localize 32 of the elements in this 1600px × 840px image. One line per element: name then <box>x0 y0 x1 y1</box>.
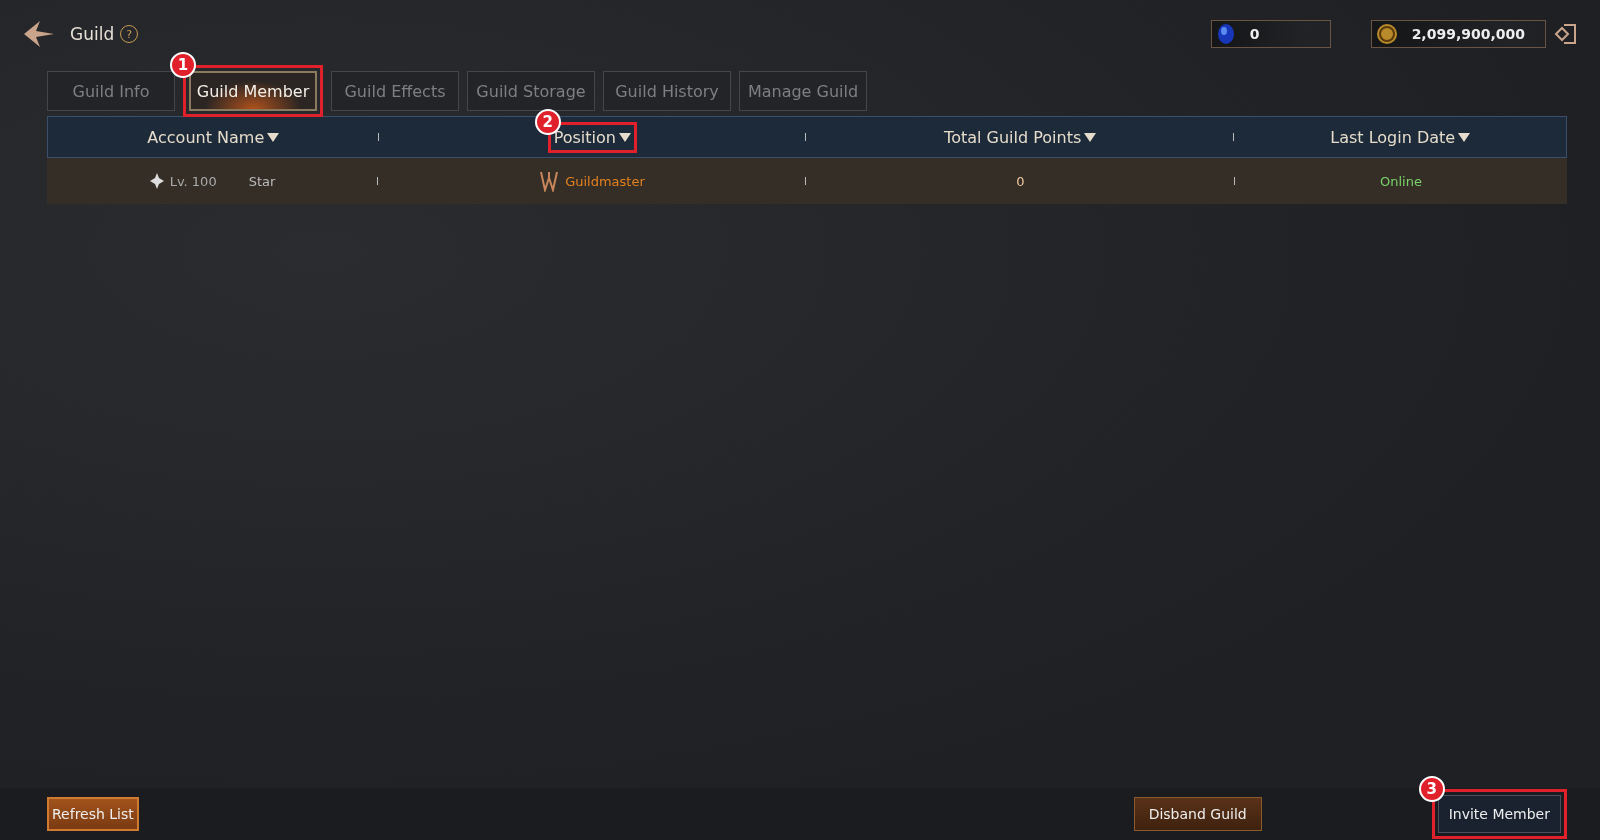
tab[interactable]: Guild Effects <box>331 71 459 111</box>
sort-caret-icon[interactable] <box>1084 132 1097 142</box>
action-button[interactable]: Refresh List <box>47 797 139 831</box>
column-header[interactable]: Total Guild Points <box>944 127 1082 147</box>
points-text: 0 <box>1016 173 1025 189</box>
step-badge: 1 <box>170 52 196 78</box>
sort-caret-icon[interactable] <box>267 132 280 142</box>
window-title: Guild <box>70 24 115 44</box>
currency-display: 2,099,900,000 <box>1370 20 1546 48</box>
column-header[interactable]: Account Name <box>147 127 265 147</box>
column-header[interactable]: Last Login Date <box>1330 127 1456 147</box>
action-button[interactable]: Invite Member <box>1437 795 1561 833</box>
exit-icon[interactable] <box>1554 22 1578 46</box>
tab[interactable]: Manage Guild <box>739 71 867 111</box>
level-text: Lv. 100 <box>169 173 217 189</box>
tab[interactable]: Guild Info <box>47 71 175 111</box>
member-row[interactable]: Lv. 100 Star Guildmaster 0 Online <box>47 158 1567 204</box>
login-status: Online <box>1380 173 1422 189</box>
tab[interactable]: Guild History <box>603 71 731 111</box>
emblem-icon <box>149 173 164 189</box>
sort-caret-icon[interactable] <box>618 132 631 142</box>
gem-icon <box>1215 23 1236 45</box>
currency-display: 0 <box>1210 20 1331 48</box>
coin-icon <box>1375 23 1398 45</box>
action-button[interactable]: Disband Guild <box>1133 797 1262 831</box>
tab[interactable]: Guild Storage <box>467 71 595 111</box>
sort-caret-icon[interactable] <box>1458 132 1471 142</box>
trident-icon <box>539 170 560 192</box>
position-text: Guildmaster <box>565 173 645 189</box>
step-badge: 3 <box>1418 776 1445 802</box>
member-name: Star <box>248 173 276 189</box>
tab[interactable]: Guild Member <box>189 71 317 111</box>
